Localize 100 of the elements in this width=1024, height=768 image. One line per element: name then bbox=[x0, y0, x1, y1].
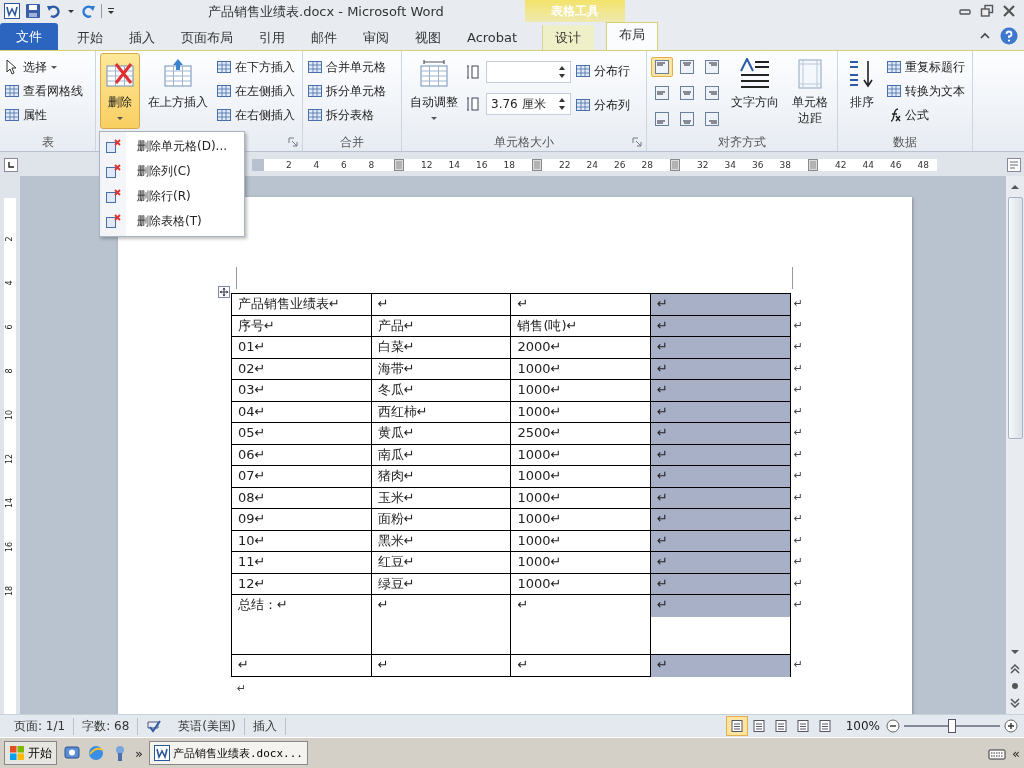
ruler-number: 12 bbox=[420, 159, 434, 171]
taskbar-window-button[interactable]: 产品销售业绩表.docx... bbox=[148, 741, 308, 765]
ruler-number: 46 bbox=[889, 159, 903, 171]
ribbon-button[interactable]: 重复标题行 bbox=[886, 55, 965, 79]
ribbon-tab[interactable]: 设计 bbox=[542, 25, 595, 50]
table-cell: ↵ bbox=[650, 654, 791, 677]
ruler-number: 6 bbox=[5, 324, 15, 330]
paragraph-mark: ↵ bbox=[793, 339, 803, 355]
ruler-number: 44 bbox=[861, 159, 875, 171]
ruler-number: 10 bbox=[5, 409, 15, 421]
ribbon-button[interactable]: 属性 bbox=[4, 103, 83, 127]
tray-toggle[interactable]: « bbox=[1012, 745, 1020, 761]
ruler-number: 22 bbox=[558, 159, 572, 171]
insert-mode-indicator[interactable]: 插入 bbox=[244, 717, 286, 735]
ruler-number: 16 bbox=[475, 159, 489, 171]
paragraph-mark: ↵ bbox=[793, 425, 803, 441]
paragraph-mark: ↵ bbox=[793, 382, 803, 398]
ruler-number: 4 bbox=[312, 159, 321, 171]
paragraph-mark: ↵ bbox=[793, 597, 803, 613]
paragraph-mark: ↵ bbox=[793, 554, 803, 570]
ribbon-button[interactable]: 删除 bbox=[100, 53, 140, 129]
menu-item[interactable]: 删除单元格(D)... bbox=[100, 134, 244, 159]
ribbon-button[interactable]: 在右侧插入 bbox=[216, 103, 295, 127]
ribbon-button[interactable]: 排序 bbox=[842, 53, 882, 129]
table-cell: ↵ bbox=[650, 379, 791, 402]
table-cell: ↵ bbox=[650, 314, 791, 337]
group-label: 合并 bbox=[340, 133, 364, 151]
table-cell: ↵ bbox=[650, 336, 791, 359]
ribbon-button[interactable]: 在左侧插入 bbox=[216, 79, 295, 103]
context-tab-header: 表格工具 bbox=[525, 0, 625, 22]
ribbon-button[interactable]: 文字方向 bbox=[727, 53, 783, 129]
menu-item[interactable]: 删除行(R) bbox=[100, 184, 244, 209]
ribbon-tab[interactable]: 视图 bbox=[402, 25, 454, 50]
ruler-number: 32 bbox=[696, 159, 710, 171]
ribbon-button[interactable]: 公式 bbox=[886, 103, 965, 127]
group-label: 单元格大小 bbox=[494, 133, 554, 151]
ruler-number: 8 bbox=[367, 159, 376, 171]
table-cell: ↵ bbox=[231, 654, 372, 677]
ruler-number: 8 bbox=[5, 368, 15, 374]
ribbon-button[interactable]: 合并单元格 bbox=[307, 55, 386, 79]
ruler-number: 4 bbox=[5, 280, 15, 286]
ribbon-tab[interactable]: 邮件 bbox=[298, 25, 350, 50]
ribbon-button[interactable]: 自动调整 bbox=[406, 53, 462, 129]
paragraph-mark: ↵ bbox=[793, 317, 803, 334]
ribbon-button[interactable]: 分布行 bbox=[575, 59, 630, 83]
table-cell: ↵ bbox=[650, 465, 791, 488]
ruler-number: 24 bbox=[585, 159, 599, 171]
table-cell: ↵ bbox=[650, 422, 791, 445]
ribbon-button[interactable]: 转换为文本 bbox=[886, 79, 965, 103]
ribbon-button[interactable]: 分布列 bbox=[575, 93, 630, 117]
paragraph-mark: ↵ bbox=[237, 681, 248, 695]
menu-item[interactable]: 删除列(C) bbox=[100, 159, 244, 184]
group-label: 表 bbox=[41, 133, 54, 151]
ribbon-tab[interactable]: 开始 bbox=[64, 25, 116, 50]
language-indicator[interactable]: 英语(美国) bbox=[170, 717, 245, 735]
ribbon-tab[interactable]: 布局 bbox=[606, 22, 659, 50]
paragraph-mark: ↵ bbox=[793, 360, 803, 377]
table-cell: ↵ bbox=[650, 400, 791, 423]
ruler-number: 38 bbox=[778, 159, 792, 171]
menu-item[interactable]: 删除表格(T) bbox=[100, 209, 244, 234]
page-count[interactable]: 页面: 1/1 bbox=[6, 717, 75, 735]
ribbon-tab[interactable]: 审阅 bbox=[350, 25, 402, 50]
table-cell: ↵ bbox=[650, 357, 791, 380]
ruler-number: 26 bbox=[613, 159, 627, 171]
ruler-number: 16 bbox=[5, 541, 15, 553]
ribbon-button[interactable]: 拆分表格 bbox=[307, 103, 386, 127]
ruler-number: 18 bbox=[5, 585, 15, 597]
table-cell: ↵ bbox=[650, 486, 791, 509]
ribbon-button[interactable]: 在下方插入 bbox=[216, 55, 295, 79]
paragraph-mark: ↵ bbox=[793, 296, 803, 312]
paragraph-mark: ↵ bbox=[793, 489, 803, 506]
paragraph-mark: ↵ bbox=[793, 657, 803, 673]
ribbon-button[interactable]: 查看网格线 bbox=[4, 79, 83, 103]
ruler-number: 2 bbox=[284, 159, 293, 171]
paragraph-mark: ↵ bbox=[793, 446, 803, 463]
ribbon-tab[interactable]: Acrobat bbox=[454, 25, 531, 50]
ribbon-button[interactable]: 选择 bbox=[4, 55, 83, 79]
ribbon-button[interactable]: 在上方插入 bbox=[144, 53, 212, 129]
ribbon-tab[interactable]: 文件 bbox=[0, 23, 58, 50]
ruler-number: 18 bbox=[502, 159, 516, 171]
table-cell: ↵ bbox=[650, 508, 791, 531]
ruler-number: 12 bbox=[5, 453, 15, 465]
ruler-number: 14 bbox=[447, 159, 461, 171]
table-cell: ↵ bbox=[650, 572, 791, 595]
table-cell: ↵ bbox=[650, 594, 791, 655]
ribbon-button[interactable]: 拆分单元格 bbox=[307, 79, 386, 103]
paragraph-mark: ↵ bbox=[793, 511, 803, 527]
group-label: 数据 bbox=[893, 133, 917, 151]
paragraph-mark: ↵ bbox=[793, 403, 803, 420]
word-count[interactable]: 字数: 68 bbox=[74, 717, 139, 735]
zoom-level[interactable]: 100% bbox=[845, 719, 880, 733]
ribbon-tab[interactable]: 插入 bbox=[116, 25, 168, 50]
ruler-number: 42 bbox=[834, 159, 848, 171]
quick-launch-overflow[interactable]: » bbox=[135, 745, 143, 761]
ribbon-button[interactable]: 单元格边距 bbox=[787, 53, 833, 129]
ribbon-tab[interactable]: 引用 bbox=[246, 25, 298, 50]
start-button[interactable]: 开始 bbox=[4, 741, 57, 765]
ruler-number: 48 bbox=[916, 159, 930, 171]
window-title: 产品销售业绩表.docx - Microsoft Word bbox=[208, 3, 444, 21]
ribbon-tab[interactable]: 页面布局 bbox=[168, 25, 246, 50]
